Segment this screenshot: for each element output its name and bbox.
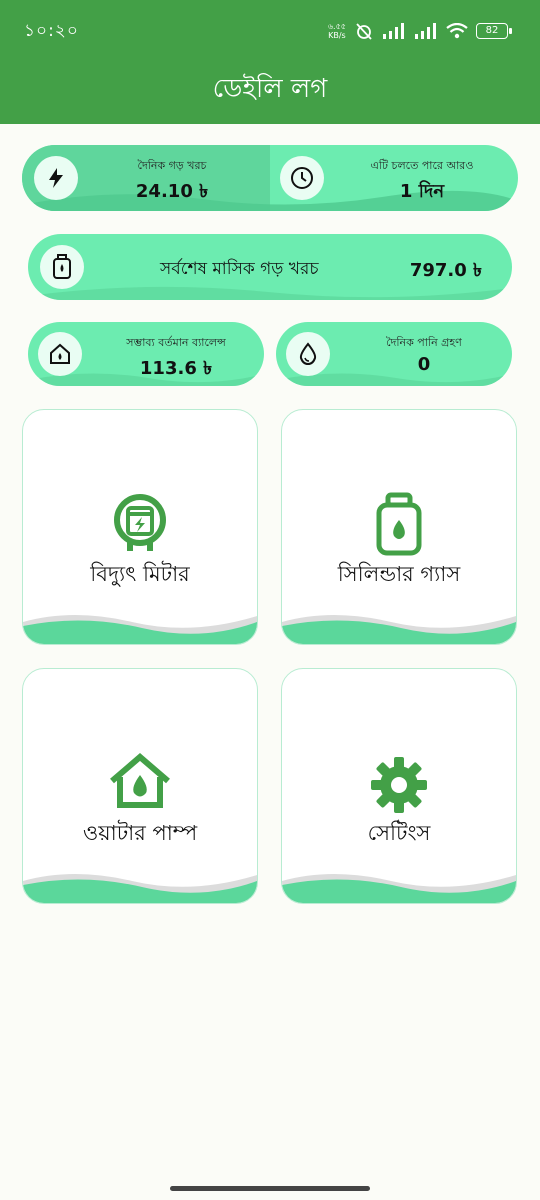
signal-icon xyxy=(383,23,404,39)
page-title: ডেইলি লগ xyxy=(212,74,328,104)
remaining-days-value: 1 দিন xyxy=(399,181,445,202)
signal-icon-2 xyxy=(415,23,436,39)
lightning-icon xyxy=(49,168,63,188)
water-pump-card[interactable]: ওয়াটার পাম্প xyxy=(22,668,258,904)
electric-meter-card[interactable]: বিদ্যুৎ মিটার xyxy=(22,409,258,645)
gear-icon xyxy=(371,757,427,813)
status-time: ১০:২০ xyxy=(24,21,79,41)
balance-value: 113.6 ৳ xyxy=(139,358,213,379)
card-label: বিদ্যুৎ মিটার xyxy=(90,562,190,586)
card-wave xyxy=(23,874,257,903)
card-wave xyxy=(282,874,516,903)
settings-card[interactable]: সেটিংস xyxy=(281,668,517,904)
stat-icon-circle xyxy=(286,332,330,376)
gas-cylinder-icon xyxy=(53,254,71,279)
gas-cylinder-icon xyxy=(376,492,422,556)
stat-icon-circle xyxy=(38,332,82,376)
status-icons: ৬.৫৫ KB/s 82 xyxy=(327,20,512,42)
network-speed: ৬.৫৫ KB/s xyxy=(327,22,346,40)
monthly-avg-value: 797.0 ৳ xyxy=(409,260,482,281)
gas-cylinder-card[interactable]: সিলিন্ডার গ্যাস xyxy=(281,409,517,645)
stat-icon-circle xyxy=(280,156,324,200)
home-indicator[interactable] xyxy=(170,1186,370,1191)
card-label: ওয়াটার পাম্প xyxy=(82,821,198,845)
water-intake-pill: দৈনিক পানি গ্রহণ 0 xyxy=(276,322,512,386)
clock-icon xyxy=(291,167,313,189)
alarm-off-icon xyxy=(356,23,372,40)
card-label: সিলিন্ডার গ্যাস xyxy=(337,562,461,586)
card-wave xyxy=(282,615,516,644)
daily-avg-cost-value: 24.10 ৳ xyxy=(135,181,209,202)
card-label: সেটিংস xyxy=(367,821,431,845)
battery-indicator: 82 xyxy=(476,23,512,39)
wifi-icon xyxy=(446,23,468,39)
water-pump-icon xyxy=(110,753,170,808)
daily-summary-pill: দৈনিক গড় খরচ 24.10 ৳ এটি চলতে পারে আরও … xyxy=(22,145,518,211)
monthly-avg-label: সর্বশেষ মাসিক গড় খরচ xyxy=(160,259,319,279)
card-wave xyxy=(23,615,257,644)
water-intake-value: 0 xyxy=(417,354,431,375)
balance-label: সম্ভাব্য বর্তমান ব্যালেন্স xyxy=(126,336,226,349)
stat-icon-circle xyxy=(40,245,84,289)
water-intake-label: দৈনিক পানি গ্রহণ xyxy=(386,336,462,349)
monthly-avg-pill: সর্বশেষ মাসিক গড় খরচ 797.0 ৳ xyxy=(28,234,512,300)
electric-meter-icon xyxy=(114,494,166,551)
balance-pill: সম্ভাব্য বর্তমান ব্যালেন্স 113.6 ৳ xyxy=(28,322,264,386)
home-water-icon xyxy=(50,343,70,364)
water-drop-icon xyxy=(299,342,317,366)
daily-avg-cost-label: দৈনিক গড় খরচ xyxy=(137,159,207,172)
stat-icon-circle xyxy=(34,156,78,200)
remaining-days-label: এটি চলতে পারে আরও xyxy=(370,159,474,172)
